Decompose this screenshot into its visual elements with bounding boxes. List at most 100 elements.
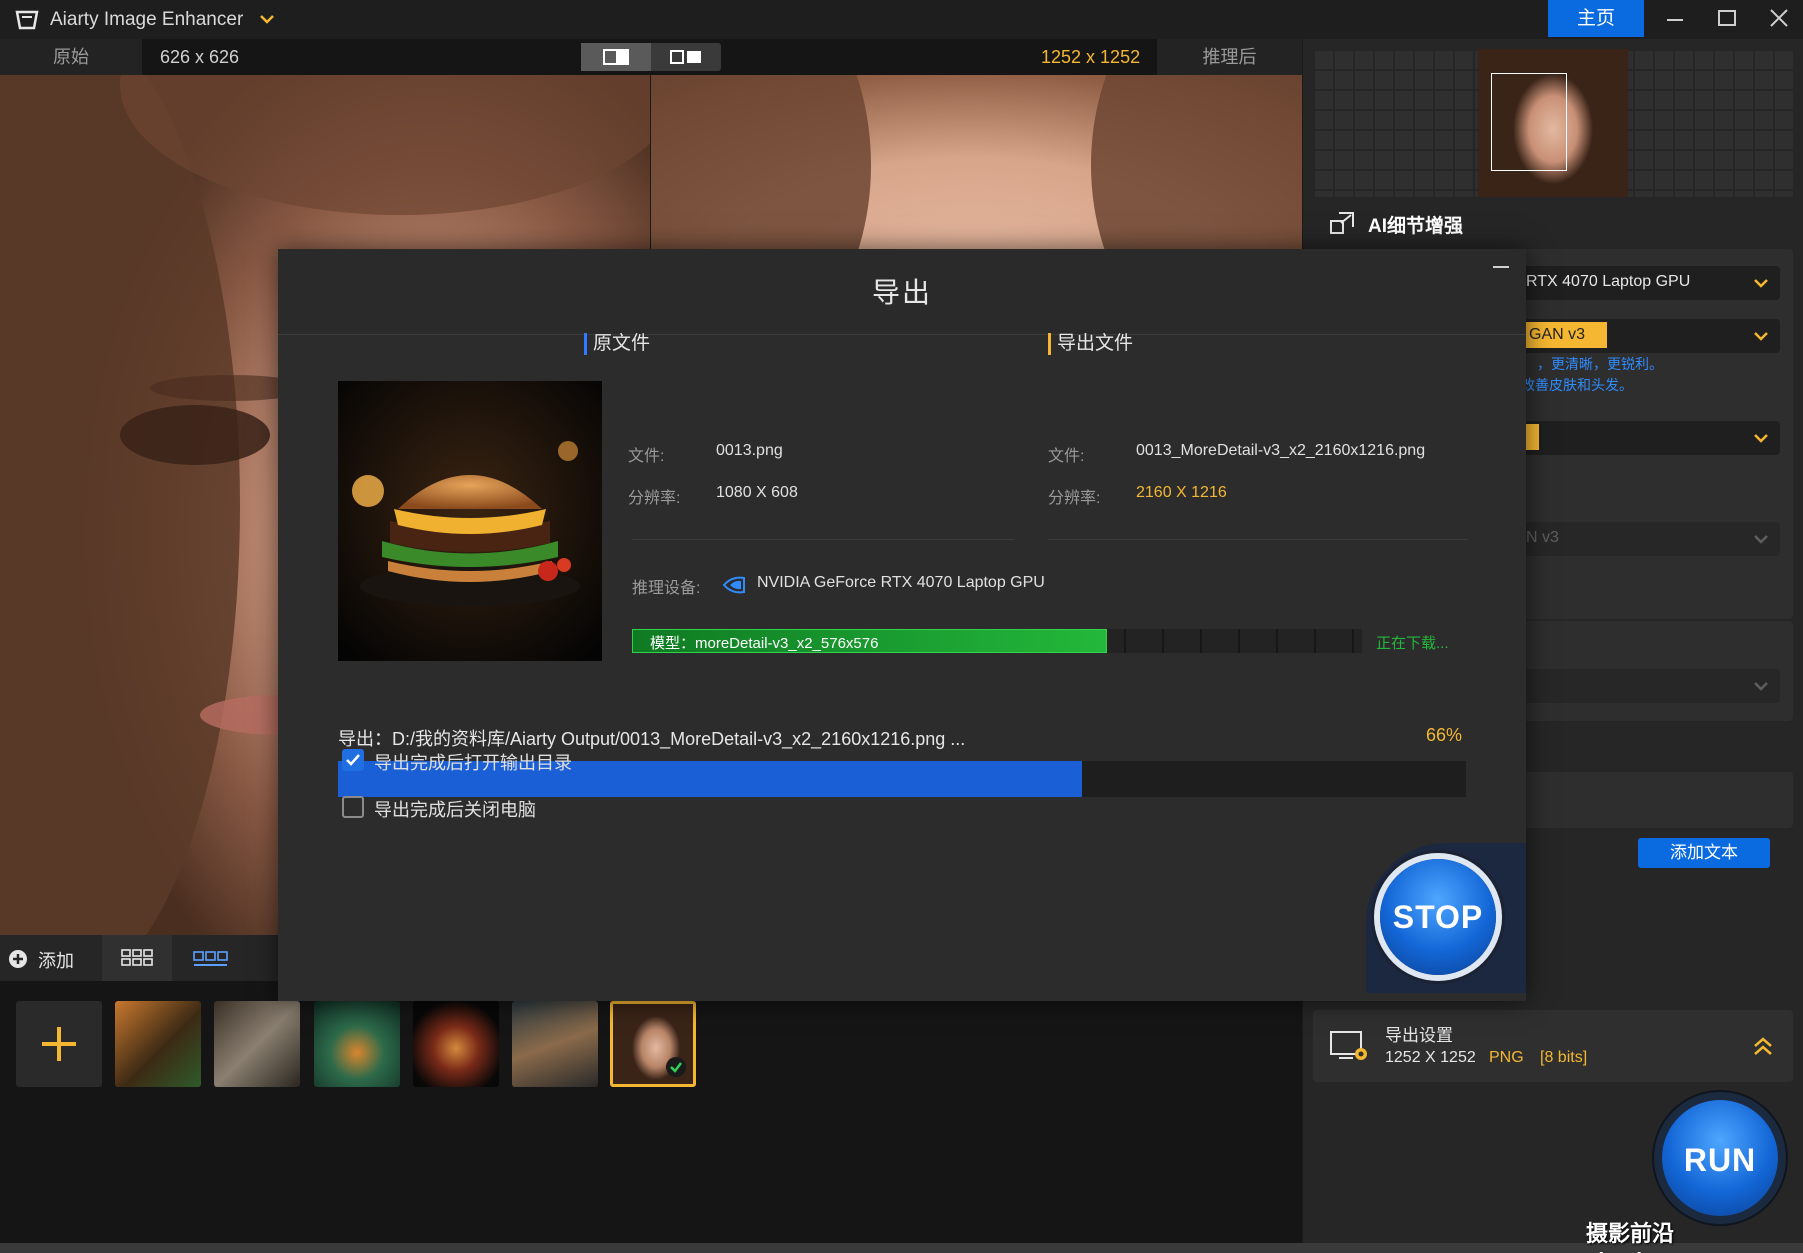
secondary-model-select: N v3 — [1518, 522, 1780, 556]
eye-shape — [120, 405, 270, 465]
strip-view-icon — [193, 951, 228, 966]
add-image-button[interactable] — [16, 1001, 102, 1087]
thumbnail-burger[interactable] — [413, 1001, 499, 1087]
dialog-header: 导出 — [278, 249, 1526, 335]
chevron-down-icon — [1754, 682, 1768, 691]
navigator-viewport-frame[interactable] — [1491, 73, 1567, 171]
divider — [1048, 539, 1468, 540]
thumbnail-toolbar: 添加 — [0, 935, 280, 981]
grid-view-icon — [121, 949, 153, 966]
output-file-value: 0013_MoreDetail-v3_x2_2160x1216.png — [1136, 442, 1426, 459]
enhanced-label: 推理后 — [1157, 39, 1302, 75]
stop-button[interactable]: STOP — [1380, 859, 1496, 975]
export-preview-image — [338, 381, 602, 661]
home-button[interactable]: 主页 — [1548, 0, 1644, 37]
enhance-icon — [1330, 212, 1354, 234]
grid-view-button[interactable] — [102, 935, 172, 981]
plus-icon — [42, 1027, 76, 1061]
output-resolution-key: 分辨率: — [1048, 490, 1101, 507]
run-button[interactable]: RUN — [1662, 1100, 1778, 1216]
model-tag: GAN v3 — [1523, 322, 1607, 348]
output-file-heading: 导出文件 — [1048, 333, 1133, 355]
add-text-button[interactable]: 添加文本 — [1638, 838, 1770, 868]
watermark: 摄影前沿 sheyingzyz.com — [1586, 1221, 1755, 1253]
thumbnail-tiger[interactable] — [115, 1001, 201, 1087]
hair-shape — [120, 75, 650, 215]
single-view-button[interactable] — [581, 43, 651, 71]
split-view-button[interactable] — [651, 43, 721, 71]
burger-image — [338, 381, 602, 661]
checkmark-icon — [346, 754, 360, 766]
enhanced-resolution: 1252 x 1252 — [1041, 47, 1141, 67]
export-settings-bar[interactable]: 导出设置 1252 X 1252 PNG [8 bits] — [1313, 1010, 1793, 1082]
view-mode-toggle — [581, 43, 721, 71]
open-folder-checkbox[interactable] — [342, 749, 364, 771]
thumbnail-jar-plant[interactable] — [314, 1001, 400, 1087]
title-bar: Aiarty Image Enhancer 主页 — [0, 0, 1803, 39]
compare-header: 原始 626 x 626 1252 x 1252 推理后 — [0, 39, 1302, 75]
shutdown-checkbox[interactable] — [342, 796, 364, 818]
original-file-heading: 原文件 — [584, 333, 650, 355]
hair-shape — [0, 75, 240, 935]
split-view-icon — [670, 50, 701, 64]
strip-view-button[interactable] — [176, 935, 246, 981]
export-bit-depth: [8 bits] — [1540, 1049, 1588, 1066]
status-bar — [0, 1243, 1803, 1253]
add-label[interactable]: 添加 — [38, 947, 74, 973]
chevron-down-icon[interactable] — [258, 11, 276, 27]
open-folder-label[interactable]: 导出完成后打开输出目录 — [374, 749, 572, 775]
chevron-down-icon — [1754, 279, 1768, 288]
close-icon[interactable] — [1764, 6, 1794, 32]
section-title: AI细节增强 — [1368, 216, 1464, 237]
thumbnail-portrait[interactable] — [610, 1001, 696, 1087]
output-resolution-value: 2160 X 1216 — [1136, 484, 1227, 501]
minimize-icon[interactable] — [1490, 259, 1512, 275]
checkmark-icon — [666, 1057, 686, 1077]
original-resolution: 626 x 626 — [160, 47, 240, 67]
model-download-bar: 模型：moreDetail-v3_x2_576x576 — [632, 629, 1362, 653]
gpu-select[interactable]: RTX 4070 Laptop GPU — [1518, 266, 1780, 300]
device-key: 推理设备: — [632, 580, 701, 597]
app-title: Aiarty Image Enhancer — [50, 9, 244, 30]
original-label: 原始 — [0, 39, 142, 75]
thumbnail-dog-goggles[interactable] — [512, 1001, 598, 1087]
chevron-down-icon — [1754, 332, 1768, 341]
gpu-select-value: RTX 4070 Laptop GPU — [1526, 273, 1691, 290]
nvidia-icon — [722, 576, 745, 594]
chevron-down-icon — [1754, 535, 1768, 544]
dialog-title: 导出 — [871, 277, 932, 308]
thumbnail-butterfly[interactable] — [214, 1001, 300, 1087]
stop-label: STOP — [1392, 899, 1484, 935]
single-view-icon — [603, 49, 629, 65]
secondary-model-value: N v3 — [1526, 529, 1559, 546]
minimize-icon[interactable] — [1660, 6, 1690, 32]
add-circle-icon[interactable] — [8, 949, 28, 969]
original-file-key: 文件: — [628, 448, 665, 465]
thumbnail-strip — [0, 981, 1302, 1253]
chevron-down-icon — [1754, 434, 1768, 443]
export-path: 导出：D:/我的资料库/Aiarty Output/0013_MoreDetai… — [338, 729, 966, 749]
scale-select[interactable] — [1518, 421, 1780, 455]
output-file-key: 文件: — [1048, 448, 1085, 465]
maximize-icon[interactable] — [1712, 6, 1742, 32]
original-file-value: 0013.png — [716, 442, 783, 459]
export-percent: 66% — [1426, 725, 1463, 745]
export-settings-icon — [1330, 1031, 1367, 1060]
device-value: NVIDIA GeForce RTX 4070 Laptop GPU — [757, 574, 1045, 591]
denoise-select — [1518, 669, 1780, 703]
app-logo-icon — [15, 10, 39, 30]
model-bar-label: 模型：moreDetail-v3_x2_576x576 — [650, 635, 879, 652]
export-format: PNG — [1489, 1049, 1524, 1066]
model-hint: 改善皮肤和头发。 — [1521, 377, 1633, 393]
model-hint: ，更清晰，更锐利。 — [1537, 356, 1663, 372]
original-resolution-value: 1080 X 608 — [716, 484, 798, 501]
export-dialog: 导出 原文件 文件: 0013.png 分辨率: 1080 X 608 导出文件… — [278, 249, 1526, 1001]
run-label: RUN — [1683, 1142, 1757, 1178]
shutdown-label[interactable]: 导出完成后关闭电脑 — [374, 796, 536, 822]
original-resolution-key: 分辨率: — [628, 490, 681, 507]
model-download-status: 正在下载... — [1376, 635, 1449, 652]
chevron-up-icon[interactable] — [1751, 1034, 1775, 1058]
export-settings-title: 导出设置 — [1385, 1026, 1453, 1045]
export-resolution: 1252 X 1252 — [1385, 1049, 1476, 1066]
divider — [632, 539, 1014, 540]
